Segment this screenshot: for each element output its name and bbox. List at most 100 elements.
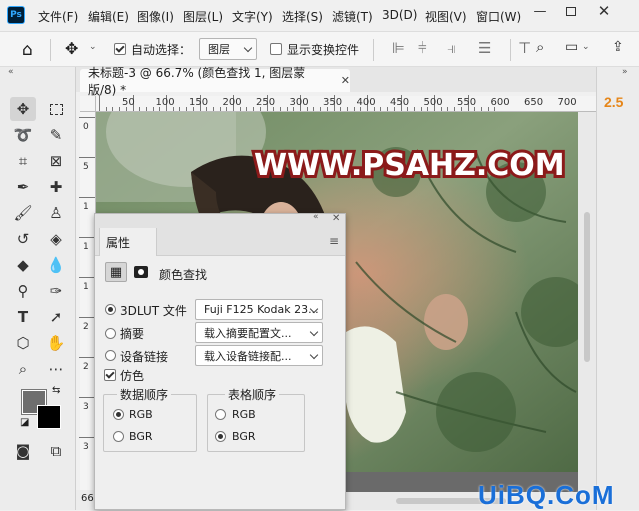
minimize-icon[interactable]: — bbox=[526, 0, 554, 22]
auto-select-value: 图层 bbox=[208, 43, 230, 56]
share-icon[interactable]: ⇪ bbox=[612, 39, 624, 55]
menu-select[interactable]: 选择(S) bbox=[282, 8, 323, 25]
data-order-bgr-radio[interactable] bbox=[113, 431, 124, 442]
panel-menu-icon[interactable]: ≡ bbox=[329, 234, 339, 248]
path-selection-tool[interactable]: ➚ bbox=[43, 305, 69, 329]
more-tools-icon[interactable]: ⋯ bbox=[43, 357, 69, 381]
ruler-tick bbox=[99, 95, 100, 111]
vertical-scrollbar[interactable] bbox=[578, 112, 596, 492]
auto-select-checkbox[interactable] bbox=[114, 43, 126, 55]
adjustment-icon[interactable]: ▦ bbox=[105, 262, 127, 282]
search-icon[interactable]: ⌕ bbox=[536, 38, 544, 56]
workspace-chevron-icon[interactable]: ⌄ bbox=[582, 42, 590, 52]
workspace-icon[interactable]: ▭ bbox=[565, 39, 578, 55]
ruler-tick bbox=[320, 107, 322, 111]
abstract-dropdown-value: 载入摘要配置文... bbox=[204, 326, 292, 340]
table-order-rgb-label: RGB bbox=[232, 408, 256, 421]
document-tab[interactable]: 未标题-3 @ 66.7% (颜色查找 1, 图层蒙版/8) * ✕ bbox=[80, 66, 350, 97]
close-icon[interactable]: ✕ bbox=[590, 0, 618, 22]
menu-3d[interactable]: 3D(D) bbox=[382, 8, 417, 22]
marquee-tool[interactable] bbox=[43, 97, 69, 121]
collapse-panel-icon[interactable]: « bbox=[313, 212, 319, 222]
paint-bucket-tool[interactable]: ◆ bbox=[10, 253, 36, 277]
brush-tool[interactable]: 🖌 bbox=[10, 201, 36, 225]
collapse-icon[interactable]: « bbox=[8, 67, 14, 77]
table-order-rgb-radio[interactable] bbox=[215, 409, 226, 420]
blur-tool[interactable]: 💧 bbox=[43, 253, 69, 277]
chevron-down-icon[interactable]: ⌄ bbox=[89, 42, 97, 52]
quick-mask-icon[interactable]: ◙ bbox=[10, 439, 36, 463]
menu-filter[interactable]: 滤镜(T) bbox=[332, 8, 373, 25]
abstract-dropdown[interactable]: 载入摘要配置文... bbox=[195, 322, 323, 343]
3dlut-dropdown[interactable]: Fuji F125 Kodak 23... bbox=[195, 299, 323, 320]
align-right-icon[interactable]: ⫣ bbox=[447, 39, 456, 57]
move-tool-icon[interactable]: ✥ bbox=[65, 39, 78, 58]
ruler-tick bbox=[447, 107, 449, 111]
background-color-swatch[interactable] bbox=[37, 405, 61, 429]
shape-tool[interactable]: ⬡ bbox=[10, 331, 36, 355]
vruler-tick bbox=[79, 437, 95, 438]
site-watermark: UiBQ.CoM bbox=[478, 480, 615, 510]
menu-view[interactable]: 视图(V) bbox=[425, 8, 467, 25]
data-order-rgb-radio[interactable] bbox=[113, 409, 124, 420]
dodge-tool[interactable]: ⚲ bbox=[10, 279, 36, 303]
align-left-icon[interactable]: ⊫ bbox=[392, 39, 405, 57]
crop-tool[interactable]: ⌗ bbox=[10, 149, 36, 173]
eraser-tool[interactable]: ◈ bbox=[43, 227, 69, 251]
ruler-tick-label: 100 bbox=[155, 97, 175, 108]
menu-file[interactable]: 文件(F) bbox=[38, 8, 78, 25]
maximize-icon[interactable] bbox=[557, 0, 585, 22]
data-order-rgb-label: RGB bbox=[129, 408, 153, 421]
menu-window[interactable]: 窗口(W) bbox=[476, 8, 521, 25]
ruler-tick-label: 150 bbox=[189, 97, 209, 108]
dither-checkbox[interactable] bbox=[104, 369, 116, 381]
show-transform-label: 显示变换控件 bbox=[287, 43, 360, 57]
pen-tool[interactable]: ✑ bbox=[43, 279, 69, 303]
hand-tool[interactable]: ✋ bbox=[43, 331, 69, 355]
menu-edit[interactable]: 编辑(E) bbox=[88, 8, 129, 25]
tab-close-icon[interactable]: ✕ bbox=[341, 74, 350, 87]
align-center-icon[interactable]: ⫩ bbox=[418, 39, 427, 57]
ruler-tick bbox=[246, 107, 248, 111]
healing-brush-tool[interactable]: ✚ bbox=[43, 175, 69, 199]
home-icon[interactable]: ⌂ bbox=[22, 40, 33, 60]
lasso-tool[interactable]: ➰ bbox=[10, 123, 36, 147]
properties-panel-header[interactable]: « ✕ bbox=[95, 212, 345, 228]
ruler-tick bbox=[179, 107, 181, 111]
expand-icon[interactable]: » bbox=[622, 67, 628, 77]
history-brush-tool[interactable]: ↺ bbox=[10, 227, 36, 251]
align-top-icon[interactable]: ⊤ bbox=[518, 39, 531, 57]
eyedropper-tool[interactable]: ✒ bbox=[10, 175, 36, 199]
vruler-tick bbox=[79, 197, 95, 198]
tab-properties[interactable]: 属性 bbox=[99, 228, 157, 256]
zoom-tool-icon[interactable]: ⌕ bbox=[10, 357, 36, 381]
document-tab-title: 未标题-3 @ 66.7% (颜色查找 1, 图层蒙版/8) * bbox=[88, 65, 306, 97]
show-transform-checkbox[interactable] bbox=[270, 43, 282, 55]
swap-colors-icon[interactable]: ⇆ bbox=[52, 385, 60, 396]
status-zoom: 66 bbox=[81, 493, 94, 504]
screen-mode-icon[interactable]: ⧉ bbox=[43, 439, 69, 463]
distribute-icon[interactable]: ☰ bbox=[478, 39, 491, 57]
radio-3dlut[interactable] bbox=[105, 304, 116, 315]
ruler-tick bbox=[353, 107, 355, 111]
ruler-tick-label: 200 bbox=[222, 97, 242, 108]
menu-type[interactable]: 文字(Y) bbox=[232, 8, 273, 25]
ruler-tick-label: 500 bbox=[423, 97, 443, 108]
auto-select-dropdown[interactable]: 图层 bbox=[199, 38, 257, 60]
mask-icon[interactable] bbox=[133, 264, 149, 280]
frame-tool[interactable]: ⊠ bbox=[43, 149, 69, 173]
radio-device-link[interactable] bbox=[105, 350, 116, 361]
type-tool[interactable]: T bbox=[10, 305, 36, 329]
menu-image[interactable]: 图像(I) bbox=[137, 8, 174, 25]
magic-wand-tool[interactable]: ✎ bbox=[43, 123, 69, 147]
menu-layer[interactable]: 图层(L) bbox=[183, 8, 223, 25]
ruler-tick bbox=[454, 107, 456, 111]
radio-abstract[interactable] bbox=[105, 328, 116, 339]
clone-stamp-tool[interactable]: ♙ bbox=[43, 201, 69, 225]
default-colors-icon[interactable]: ◪ bbox=[20, 417, 29, 428]
close-panel-icon[interactable]: ✕ bbox=[332, 213, 340, 224]
table-order-bgr-radio[interactable] bbox=[215, 431, 226, 442]
vertical-scroll-thumb[interactable] bbox=[584, 212, 590, 362]
move-tool[interactable]: ✥ bbox=[10, 97, 36, 121]
device-link-dropdown[interactable]: 载入设备链接配... bbox=[195, 345, 323, 366]
